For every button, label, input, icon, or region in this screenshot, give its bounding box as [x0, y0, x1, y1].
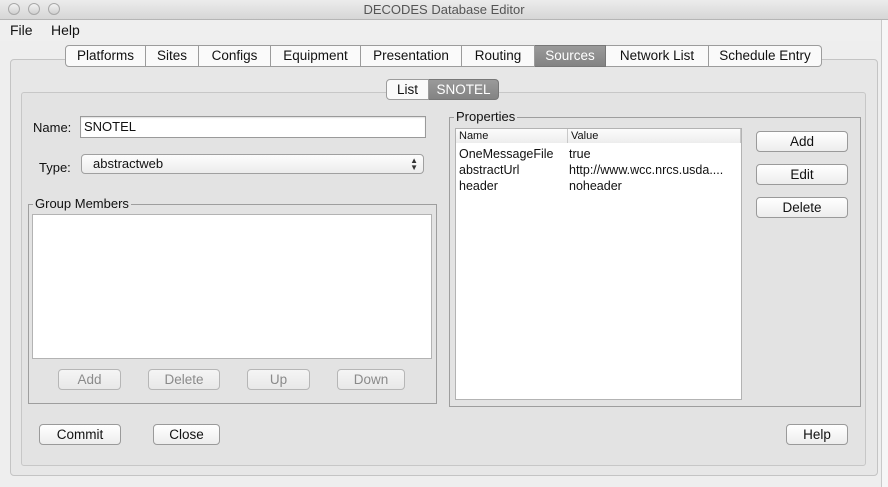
menu-help[interactable]: Help: [51, 22, 80, 38]
title-bar: DECODES Database Editor: [0, 0, 888, 20]
tab-sites[interactable]: Sites: [146, 45, 199, 67]
subtab-snotel[interactable]: SNOTEL: [429, 79, 499, 100]
chevron-up-down-icon: ▲ ▼: [410, 156, 418, 172]
tab-routing[interactable]: Routing: [462, 45, 535, 67]
commit-button[interactable]: Commit: [39, 424, 121, 445]
close-button[interactable]: Close: [153, 424, 220, 445]
tab-network-list[interactable]: Network List: [606, 45, 709, 67]
group-members-title: Group Members: [33, 196, 131, 211]
menu-bar: File Help: [0, 20, 888, 41]
group-members-list[interactable]: [32, 214, 432, 359]
column-header-value[interactable]: Value: [568, 129, 741, 143]
help-button[interactable]: Help: [786, 424, 848, 445]
group-add-button[interactable]: Add: [58, 369, 121, 390]
property-edit-button[interactable]: Edit: [756, 164, 848, 185]
properties-table[interactable]: Name Value OneMessageFile true abstractU…: [455, 128, 742, 400]
tab-presentation[interactable]: Presentation: [361, 45, 462, 67]
property-value: true: [569, 147, 591, 161]
type-select-value: abstractweb: [93, 156, 164, 171]
window-title: DECODES Database Editor: [363, 2, 525, 17]
type-label: Type:: [39, 160, 71, 175]
group-down-button[interactable]: Down: [337, 369, 405, 390]
subtab-list[interactable]: List: [386, 79, 429, 100]
property-delete-button[interactable]: Delete: [756, 197, 848, 218]
group-delete-button[interactable]: Delete: [148, 369, 220, 390]
name-label: Name:: [33, 120, 72, 135]
property-add-button[interactable]: Add: [756, 131, 848, 152]
property-name: OneMessageFile: [459, 147, 554, 161]
properties-title: Properties: [454, 109, 518, 124]
background-window-edge: [881, 20, 888, 487]
property-name: abstractUrl: [459, 163, 520, 177]
tab-configs[interactable]: Configs: [199, 45, 271, 67]
tab-platforms[interactable]: Platforms: [65, 45, 146, 67]
menu-file[interactable]: File: [10, 22, 33, 38]
tab-equipment[interactable]: Equipment: [271, 45, 361, 67]
type-select[interactable]: abstractweb ▲ ▼: [81, 154, 424, 174]
property-value: http://www.wcc.nrcs.usda....: [569, 163, 724, 177]
column-header-name[interactable]: Name: [456, 129, 568, 143]
tab-schedule-entry[interactable]: Schedule Entry: [709, 45, 822, 67]
property-name: header: [459, 179, 498, 193]
name-field[interactable]: SNOTEL: [80, 116, 426, 138]
property-value: noheader: [569, 179, 622, 193]
group-up-button[interactable]: Up: [247, 369, 310, 390]
tab-sources[interactable]: Sources: [535, 45, 606, 67]
